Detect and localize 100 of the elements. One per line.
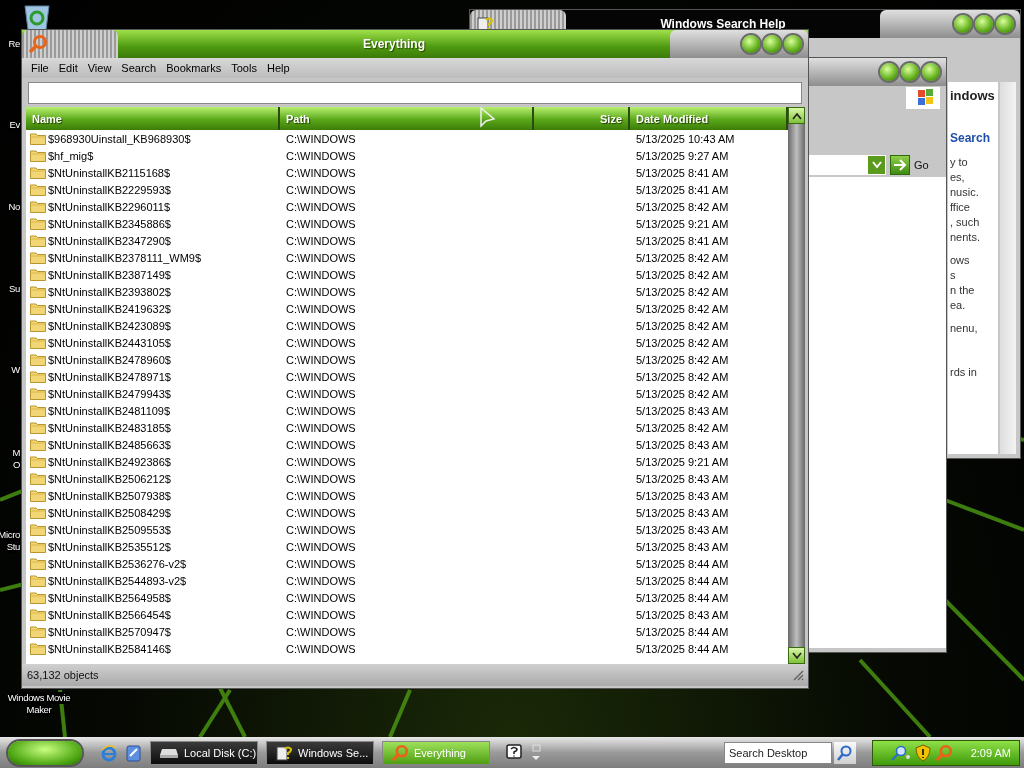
minimize-button[interactable] — [742, 35, 760, 53]
date-modified: 5/13/2025 8:42 AM — [635, 301, 730, 317]
file-name: $NtUninstallKB2296011$ — [48, 200, 171, 213]
help-balloon-icon[interactable] — [506, 743, 522, 762]
folder-icon — [30, 149, 46, 162]
desktop-icon-label[interactable]: Su — [8, 283, 20, 295]
folder-icon — [30, 234, 46, 247]
windows-flag-icon — [906, 87, 940, 109]
menu-item[interactable]: Edit — [53, 62, 83, 74]
desktop-search-field[interactable]: Search Desktop — [724, 741, 832, 764]
recycle-bin-icon[interactable] — [22, 3, 52, 31]
folder-icon — [30, 489, 46, 502]
desktop-icon-label[interactable]: No — [8, 201, 20, 213]
close-button[interactable] — [922, 63, 940, 81]
magnifier-icon — [391, 743, 409, 762]
taskbar-button[interactable]: Windows Se... — [266, 740, 374, 765]
go-label[interactable]: Go — [914, 159, 929, 171]
menu-item[interactable]: File — [26, 62, 54, 74]
help-heading: Search — [950, 131, 992, 145]
menu-item[interactable]: Tools — [226, 62, 262, 74]
desktop-icon-label[interactable]: W — [11, 364, 20, 376]
file-path: C:\WINDOWS — [285, 641, 357, 657]
menu-item[interactable]: View — [82, 62, 117, 74]
document-edit-icon[interactable] — [126, 743, 142, 762]
date-modified: 5/13/2025 8:44 AM — [635, 590, 730, 606]
help-text-line: ows — [950, 253, 971, 268]
folder-icon — [30, 472, 46, 485]
dropdown-button[interactable] — [868, 156, 885, 174]
menu-item[interactable]: Help — [261, 62, 295, 74]
folder-icon — [30, 319, 46, 332]
folder-icon — [30, 166, 46, 179]
maximize-button[interactable] — [975, 15, 993, 33]
search-field[interactable] — [28, 82, 802, 104]
browser-e-icon[interactable] — [100, 743, 118, 762]
scrollbar[interactable] — [1000, 82, 1016, 454]
folder-icon — [30, 387, 46, 400]
file-path: C:\WINDOWS — [285, 182, 357, 198]
folder-icon — [30, 217, 46, 230]
desktop-icon-label[interactable]: Windows Movie Maker — [0, 692, 78, 716]
file-name: $NtUninstallKB2479943$ — [48, 387, 171, 400]
scroll-down-button[interactable] — [788, 647, 805, 664]
file-name: $NtUninstallKB2564958$ — [48, 591, 171, 604]
date-modified: 5/13/2025 8:42 AM — [635, 199, 730, 215]
file-name: $hf_mig$ — [48, 149, 94, 162]
close-button[interactable] — [996, 15, 1014, 33]
help-logo-text: indows — [950, 88, 996, 103]
date-modified: 5/13/2025 8:41 AM — [635, 165, 730, 181]
date-modified: 5/13/2025 8:43 AM — [635, 471, 730, 487]
menu-item[interactable]: Search — [116, 62, 162, 74]
file-path: C:\WINDOWS — [285, 335, 357, 351]
file-path: C:\WINDOWS — [285, 556, 357, 572]
scrollbar[interactable] — [788, 107, 805, 664]
file-name: $NtUninstallKB2345886$ — [48, 217, 171, 230]
help-text-line: ea. — [950, 298, 967, 313]
resize-grip-icon[interactable] — [792, 669, 804, 681]
window-title: Windows Search Help — [659, 17, 787, 31]
clock: 2:09 AM — [970, 746, 1011, 759]
file-path: C:\WINDOWS — [285, 250, 357, 266]
date-modified: 5/13/2025 8:43 AM — [635, 488, 730, 504]
file-path: C:\WINDOWS — [285, 216, 357, 232]
file-name: $NtUninstallKB2544893-v2$ — [48, 574, 187, 587]
taskbar-button[interactable]: Local Disk (C:) — [150, 740, 258, 765]
folder-icon — [30, 370, 46, 383]
maximize-button[interactable] — [901, 63, 919, 81]
date-modified: 5/13/2025 9:21 AM — [635, 216, 730, 232]
folder-icon — [30, 642, 46, 655]
minimize-button[interactable] — [880, 63, 898, 81]
menu-item[interactable]: Bookmarks — [161, 62, 227, 74]
file-path: C:\WINDOWS — [285, 148, 357, 164]
close-button[interactable] — [784, 35, 802, 53]
help-text-line: ffice — [950, 200, 971, 215]
folder-icon — [30, 438, 46, 451]
search-button[interactable] — [834, 741, 856, 764]
folder-icon — [30, 455, 46, 468]
help-text-line: nenu, — [950, 321, 979, 336]
file-name: $NtUninstallKB2535512$ — [48, 540, 171, 553]
shield-icon[interactable] — [915, 743, 931, 762]
start-button[interactable] — [8, 740, 82, 765]
go-button[interactable] — [890, 155, 910, 175]
file-path: C:\WINDOWS — [285, 301, 357, 317]
date-modified: 5/13/2025 8:42 AM — [635, 352, 730, 368]
overflow-chevron-icon[interactable] — [530, 742, 542, 763]
search-combo-field[interactable] — [808, 155, 886, 175]
help-text-line: s — [950, 268, 957, 283]
file-path: C:\WINDOWS — [285, 488, 357, 504]
help-text-line: nents. — [950, 230, 981, 245]
maximize-button[interactable] — [763, 35, 781, 53]
desktop-icon-label[interactable]: Re — [8, 38, 20, 50]
file-path: C:\WINDOWS — [285, 131, 357, 147]
desktop-icon-label[interactable]: Ev — [9, 119, 20, 131]
file-path: C:\WINDOWS — [285, 267, 357, 283]
minimize-button[interactable] — [954, 15, 972, 33]
chevron-down-icon — [791, 651, 802, 660]
file-name: $NtUninstallKB2229593$ — [48, 183, 171, 196]
window-title: Everything — [362, 37, 426, 51]
folder-icon — [30, 506, 46, 519]
file-path: C:\WINDOWS — [285, 505, 357, 521]
date-modified: 5/13/2025 8:42 AM — [635, 250, 730, 266]
search-tray-icon[interactable] — [889, 744, 911, 761]
scroll-up-button[interactable] — [788, 107, 805, 124]
